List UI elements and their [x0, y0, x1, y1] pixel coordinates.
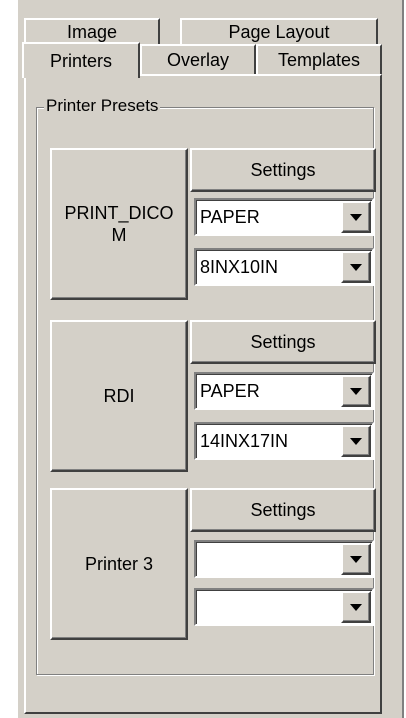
tab-overlay[interactable]: Overlay: [140, 44, 256, 74]
tab-content-printers: [24, 74, 382, 714]
tab-image[interactable]: Image: [24, 18, 160, 44]
printer-presets-title: Printer Presets: [44, 96, 161, 116]
panel-right-edge: [402, 0, 404, 718]
tab-page-layout[interactable]: Page Layout: [180, 18, 378, 44]
tab-templates[interactable]: Templates: [256, 44, 382, 74]
tab-printers[interactable]: Printers: [22, 42, 140, 78]
